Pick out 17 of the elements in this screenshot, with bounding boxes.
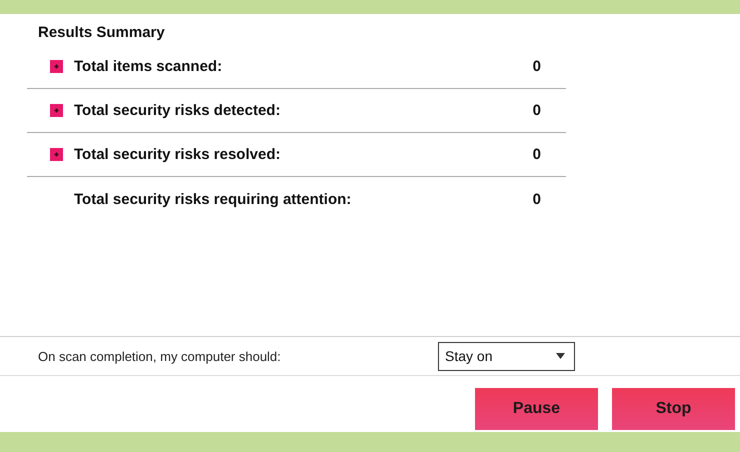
row-label: Total security risks resolved: [74, 146, 282, 163]
row-value: 0 [532, 58, 541, 75]
row-value: 0 [532, 146, 541, 163]
stop-button[interactable]: Stop [612, 388, 735, 430]
expand-icon[interactable] [50, 104, 63, 117]
caret-icon [556, 353, 565, 359]
row-label: Total security risks requiring attention: [74, 190, 352, 208]
option-label: On scan completion, my computer should: [38, 348, 282, 364]
row-label: Total items scanned: [74, 58, 224, 75]
expand-icon[interactable] [50, 60, 63, 73]
row-value: 0 [532, 102, 541, 119]
completion-dropdown[interactable]: Stay on [438, 342, 575, 370]
row-label: Total security risks detected: [74, 102, 282, 119]
section-title: Results Summary [37, 23, 166, 43]
row-value: 0 [532, 190, 541, 208]
expand-icon[interactable] [50, 148, 63, 161]
pause-button[interactable]: Pause [475, 388, 598, 430]
